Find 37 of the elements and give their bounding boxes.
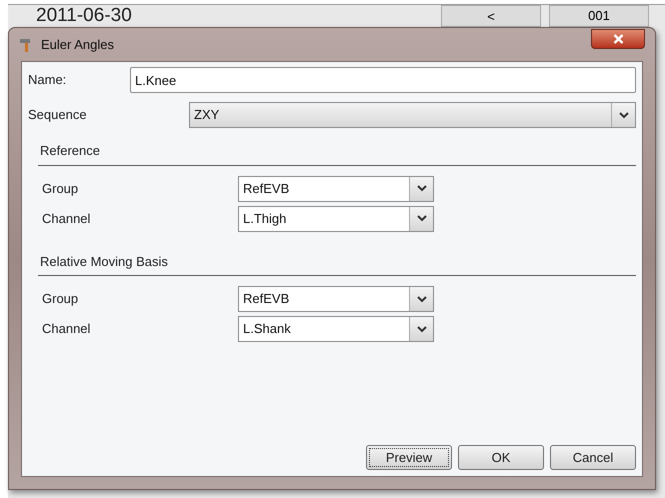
chevron-down-icon — [416, 215, 426, 222]
close-button[interactable] — [591, 28, 645, 48]
previous-button[interactable]: < — [441, 5, 541, 27]
dropdown[interactable]: RefEVB — [238, 286, 434, 312]
number-text: 001 — [549, 5, 649, 27]
dropdown-value: L.Shank — [242, 320, 292, 338]
dropdown-arrow-button[interactable] — [409, 206, 433, 230]
name-field[interactable]: L.Knee — [130, 67, 636, 93]
name-label: Name: — [28, 71, 68, 90]
dropdown[interactable]: RefEVB — [238, 176, 434, 202]
field-label: Channel — [41, 210, 92, 228]
dropdown-arrow-button[interactable] — [409, 176, 433, 200]
chevron-down-icon — [416, 185, 426, 192]
section-header: Relative Moving Basis — [39, 252, 169, 271]
section-header: Reference — [39, 142, 101, 160]
field-label: Group — [41, 290, 80, 308]
dialog-button[interactable]: Cancel — [550, 445, 636, 470]
date-text: 2011-06-30 — [36, 5, 132, 27]
dialog-button[interactable]: OK — [458, 445, 544, 470]
close-icon — [612, 34, 624, 44]
dropdown-arrow-button[interactable] — [409, 317, 433, 341]
dialog-button[interactable]: Preview — [366, 445, 452, 470]
chevron-down-icon — [416, 326, 426, 332]
dropdown[interactable]: L.Shank — [238, 316, 434, 342]
dropdown[interactable]: ZXY — [189, 102, 636, 128]
dropdown-value: RefEVB — [242, 290, 290, 308]
field-label: Group — [41, 180, 80, 198]
dropdown-arrow-button[interactable] — [409, 287, 433, 311]
window-title: Euler Angles — [41, 36, 114, 54]
field-label: Channel — [41, 320, 92, 338]
dropdown-value: RefEVB — [242, 180, 290, 198]
chevron-down-icon — [618, 112, 628, 118]
chevron-down-icon — [416, 296, 426, 302]
dropdown[interactable]: L.Thigh — [238, 206, 434, 232]
sequence-label: Sequence — [28, 106, 88, 124]
dropdown-value: L.Thigh — [242, 210, 288, 228]
dropdown-value: ZXY — [193, 106, 220, 124]
